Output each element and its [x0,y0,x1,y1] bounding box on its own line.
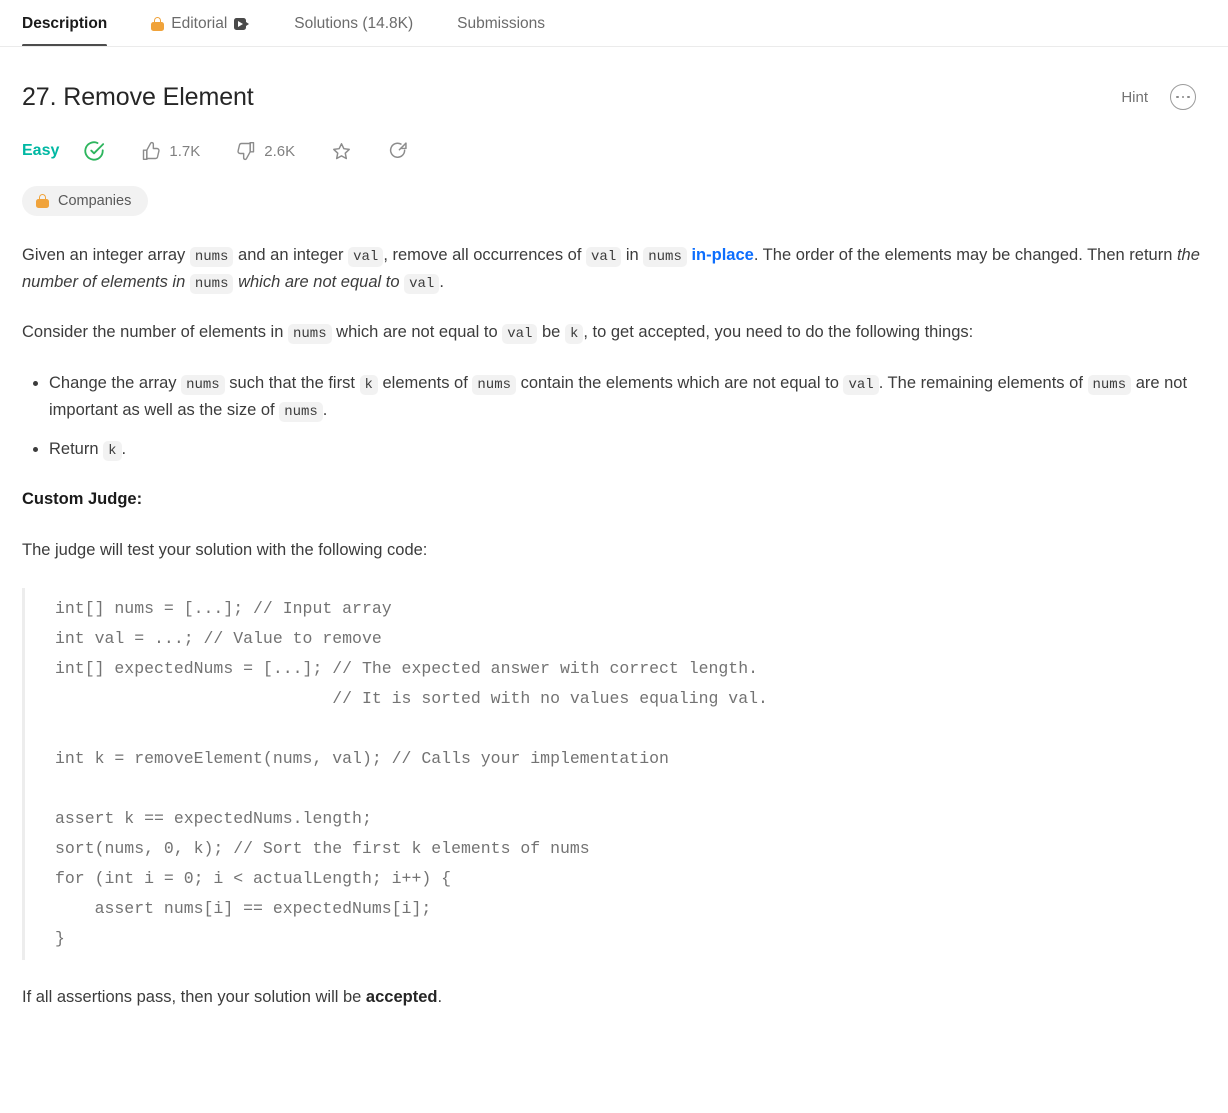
code-val: val [586,247,622,267]
accepted-text: accepted [365,987,438,1006]
tab-submissions-label: Submissions [457,14,546,32]
code-k: k [564,324,584,345]
code-k: k [359,375,378,396]
thumbs-down-icon [237,141,255,161]
upvote-button[interactable]: 1.7K [141,141,200,161]
custom-judge-heading: Custom Judge: [22,490,143,509]
judge-code-block: int[] nums = [...]; // Input array int v… [22,587,1206,960]
text: . The order of the elements may be chang… [753,246,1177,264]
downvote-button[interactable]: 2.6K [236,141,295,161]
star-icon [333,142,351,159]
code-val: val [502,324,538,345]
code-nums: nums [181,375,225,396]
title-actions: Hint [1121,84,1206,110]
text: elements of [377,374,473,393]
text: Return [49,439,104,458]
code-nums: nums [279,401,323,422]
requirements-list: Change the array nums such that the firs… [22,370,1206,462]
upvote-count: 1.7K [169,142,201,160]
downvote-count: 2.6K [264,142,296,160]
problem-content: 27. Remove Element Hint Easy 1.7K 2.6K C… [0,82,1228,1011]
ellipsis-circle-icon[interactable] [1170,84,1196,110]
favorite-button[interactable] [331,141,352,162]
title-row: 27. Remove Element Hint [22,82,1206,112]
list-item: Return k. [49,436,1206,463]
description-paragraph-1: Given an integer array nums and an integ… [22,242,1206,295]
code-k: k [103,440,122,461]
text: If all assertions pass, then your soluti… [22,987,366,1006]
lock-icon [151,16,165,31]
code-nums: nums [1087,375,1132,396]
share-button[interactable] [388,141,409,162]
problem-meta-row: Easy 1.7K 2.6K [22,138,1206,164]
problem-tab-bar: Description Editorial Solutions (14.8K) … [0,0,1228,47]
difficulty-badge[interactable]: Easy [22,142,59,160]
text: and an integer [233,246,349,264]
list-item: Change the array nums such that the firs… [49,370,1206,423]
tab-editorial[interactable]: Editorial [151,0,250,47]
text: which are not equal to [331,323,503,342]
share-icon [389,141,407,158]
code-nums: nums [189,247,234,267]
code-val: val [843,375,879,396]
lock-icon [36,194,49,208]
emphasis-text: which are not equal to [238,272,400,291]
companies-label: Companies [58,193,132,209]
closing-paragraph: If all assertions pass, then your soluti… [22,984,1206,1011]
judge-intro: The judge will test your solution with t… [22,541,428,560]
text: Given an integer array [22,246,190,264]
text: . [322,400,328,419]
tab-submissions[interactable]: Submissions [457,0,545,47]
text: . [439,272,444,291]
text: contain the elements which are not equal… [516,374,844,393]
in-place-link[interactable]: in-place [691,246,753,264]
text: be [537,323,565,342]
hint-button[interactable]: Hint [1121,89,1148,106]
text: . The remaining elements of [878,374,1088,393]
tab-solutions-label: Solutions (14.8K) [294,14,414,32]
description-paragraph-2: Consider the number of elements in nums … [22,319,1206,346]
tab-editorial-label: Editorial [171,14,228,32]
code-val: val [348,247,384,267]
text: . [437,987,443,1006]
code-nums: nums [287,324,332,345]
video-icon [234,17,250,30]
tab-solutions[interactable]: Solutions (14.8K) [294,0,413,47]
problem-description: Given an integer array nums and an integ… [22,242,1206,1011]
text: in [621,246,644,264]
text: Consider the number of elements in [22,323,288,342]
text: , remove all occurrences of [383,246,587,264]
text: , to get accepted, you need to do the fo… [583,323,974,342]
page-title: 27. Remove Element [22,83,254,111]
text: such that the first [224,374,360,393]
check-circle-icon[interactable] [83,140,105,162]
tab-description-label: Description [22,14,108,32]
text: . [121,439,127,458]
code-nums: nums [643,247,687,267]
tag-pill-row: Companies [22,186,1206,216]
code-val: val [404,273,440,294]
code-nums: nums [472,375,516,396]
text: Change the array [49,374,182,393]
companies-pill[interactable]: Companies [22,186,149,216]
thumbs-up-icon [143,141,161,161]
code-nums: nums [189,273,234,294]
tab-description[interactable]: Description [22,0,108,47]
